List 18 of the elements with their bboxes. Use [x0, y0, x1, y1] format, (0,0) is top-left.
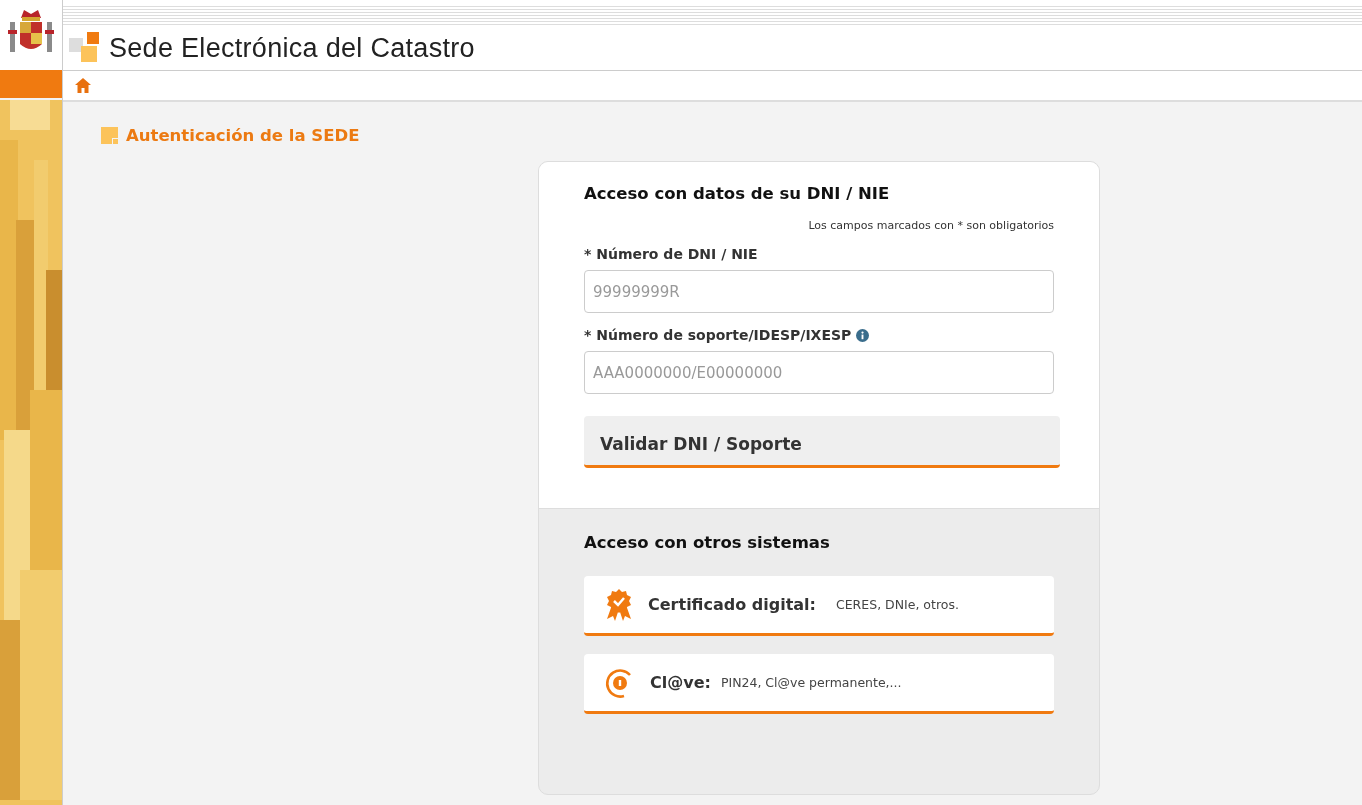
validate-button[interactable]: Validar DNI / Soporte: [584, 416, 1060, 468]
input-field[interactable]: 99999999R: [584, 270, 1054, 313]
login-option-button[interactable]: Cl@ve: PIN24, Cl@ve permanente,...: [584, 654, 1054, 714]
section-title: Acceso con otros sistemas: [584, 533, 831, 552]
logo-icon: [69, 32, 101, 64]
page-heading: Autenticación de la SEDE: [126, 126, 360, 145]
section-title: Acceso con datos de su DNI / NIE: [584, 184, 891, 203]
award-badge-icon: [604, 588, 634, 621]
field-label: * Número de soporte/IDESP/IXESP: [584, 327, 852, 343]
site-title: Sede Electrónica del Catastro: [109, 32, 475, 64]
square-icon: [101, 127, 118, 144]
input-field[interactable]: AAA0000000/E00000000: [584, 351, 1054, 394]
required-fields-note: Los campos marcados con * son obligatorios: [807, 219, 1054, 232]
accent-bar: [0, 70, 62, 98]
field-label: * Número de DNI / NIE: [584, 246, 758, 262]
home-icon[interactable]: [75, 78, 91, 93]
login-option-button[interactable]: Certificado digital: CERES, DNIe, otros.: [584, 576, 1054, 636]
info-icon[interactable]: [856, 328, 870, 342]
